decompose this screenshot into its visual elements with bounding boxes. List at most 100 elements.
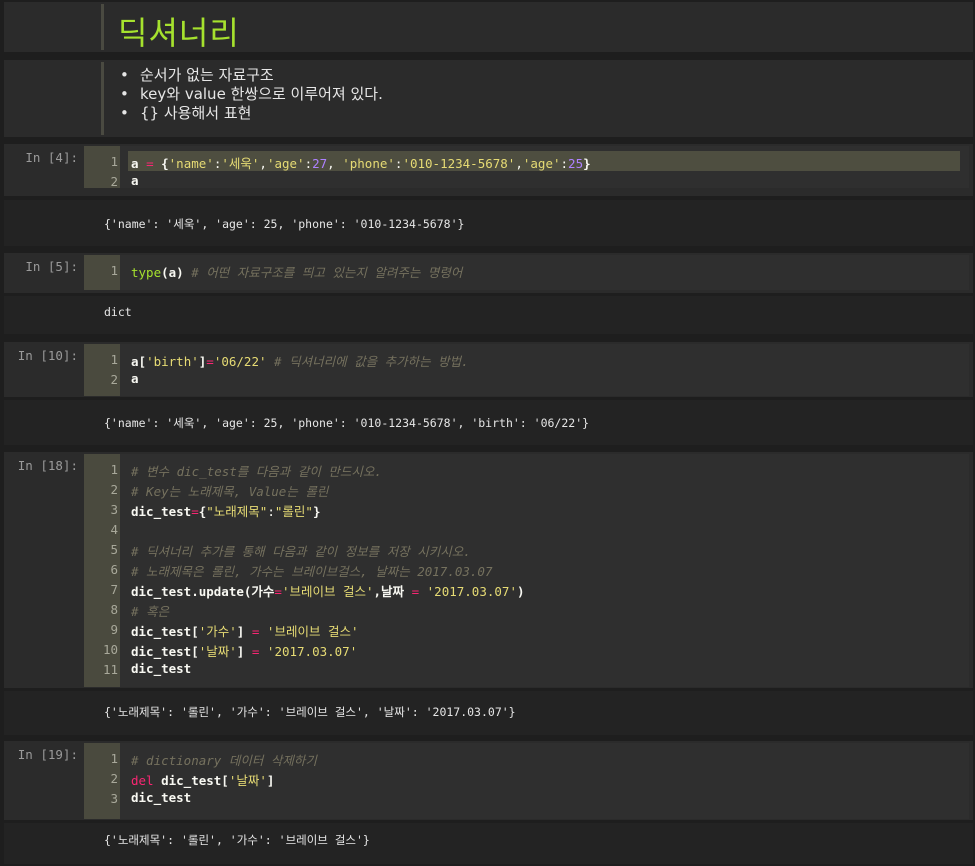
output-text: {'노래제목': '롤린', '가수': '브레이브 걸스'} — [104, 833, 370, 847]
line-number: 1 — [110, 154, 118, 169]
line-number: 2 — [110, 174, 118, 189]
code-line[interactable]: dic_test.update(가수='브레이브 걸스',날짜 = '2017.… — [131, 581, 525, 600]
code-token: dic_test — [131, 661, 192, 676]
line-number: 1 — [110, 263, 118, 278]
code-token: ) — [516, 584, 525, 599]
code-token: # 혹은 — [131, 604, 170, 619]
code-token: ] — [236, 644, 252, 659]
code-token: = — [191, 504, 199, 519]
code-token: '2017.03.07' — [266, 644, 358, 659]
code-token: "롤린" — [274, 504, 313, 519]
code-token: a — [131, 173, 139, 188]
code-line[interactable]: # 노래제목은 롤린, 가수는 브레이브걸스, 날짜는 2017.03.07 — [131, 561, 493, 580]
code-token: '가수' — [198, 624, 237, 639]
line-number: 9 — [110, 622, 118, 637]
code-line[interactable]: del dic_test['날짜'] — [131, 770, 274, 789]
code-line[interactable]: # 혹은 — [131, 601, 169, 620]
code-token: # 어떤 자료구조를 띄고 있는지 알려주는 명령어 — [191, 265, 463, 280]
code-token: type — [131, 265, 162, 280]
code-line[interactable]: a['birth']='06/22' # 딕셔너리에 값을 추가하는 방법. — [131, 351, 469, 370]
input-prompt: In [5]: — [25, 259, 78, 274]
code-token: dic_test — [131, 790, 192, 805]
code-token: '2017.03.07' — [426, 584, 517, 599]
line-number: 11 — [102, 662, 118, 677]
code-token: } — [312, 504, 321, 519]
list-item: key와 value 한쌍으로 이루어져 있다. — [120, 85, 383, 104]
line-number: 7 — [110, 582, 118, 597]
line-number: 1 — [110, 751, 118, 766]
code-line[interactable]: dic_test['날짜'] = '2017.03.07' — [131, 641, 357, 660]
code-token: # 딕셔너리 추가를 통해 다음과 같이 정보를 저장 시키시오. — [131, 544, 471, 559]
line-number: 2 — [110, 482, 118, 497]
input-prompt: In [4]: — [25, 150, 78, 165]
line-number: 3 — [110, 791, 118, 806]
code-token: '브레이브 걸스' — [266, 624, 359, 639]
line-number: 2 — [110, 771, 118, 786]
code-token: 'birth' — [146, 354, 199, 369]
code-token: , — [327, 156, 343, 171]
output-area — [4, 296, 973, 334]
input-prompt: In [19]: — [17, 747, 78, 762]
code-token: a — [131, 371, 139, 386]
code-token: 'age' — [266, 156, 305, 171]
line-number: 5 — [110, 542, 118, 557]
code-line[interactable]: dic_test['가수'] = '브레이브 걸스' — [131, 621, 359, 640]
code-token: '06/22' — [213, 354, 267, 369]
line-number: 2 — [110, 372, 118, 387]
code-token: # 노래제목은 롤린, 가수는 브레이브걸스, 날짜는 2017.03.07 — [131, 564, 493, 579]
output-text: {'name': '세욱', 'age': 25, 'phone': '010-… — [104, 416, 590, 430]
code-token: dic_test.update(가수 — [131, 584, 275, 599]
list-item: {} 사용해서 표현 — [120, 104, 383, 123]
code-token: # 변수 dic_test를 다음과 같이 만드시오. — [131, 464, 382, 479]
line-number: 1 — [110, 462, 118, 477]
code-token: '날짜' — [228, 773, 267, 788]
code-token: 'phone' — [342, 156, 395, 171]
line-number: 4 — [110, 522, 118, 537]
code-token: # dictionary 데이터 삭제하기 — [131, 753, 317, 768]
code-line[interactable]: a — [131, 371, 139, 386]
page-title: 딕셔너리 — [118, 14, 240, 52]
code-line[interactable]: type(a) # 어떤 자료구조를 띄고 있는지 알려주는 명령어 — [131, 262, 462, 281]
code-line[interactable]: dic_test — [131, 661, 191, 676]
code-token: '날짜' — [198, 644, 237, 659]
code-token: ] — [266, 773, 275, 788]
code-token: 25 — [568, 156, 584, 171]
line-number: 3 — [110, 502, 118, 517]
code-token: a — [131, 156, 147, 171]
output-text: dict — [104, 305, 132, 319]
code-line[interactable]: # 딕셔너리 추가를 통해 다음과 같이 정보를 저장 시키시오. — [131, 541, 471, 560]
code-line[interactable]: # dictionary 데이터 삭제하기 — [131, 750, 317, 769]
code-token: = — [411, 584, 420, 599]
input-prompt: In [10]: — [17, 348, 78, 363]
code-token: 27 — [312, 156, 328, 171]
code-line[interactable]: dic_test={"노래제목":"롤린"} — [131, 501, 320, 520]
line-number: 1 — [110, 352, 118, 367]
line-number: 6 — [110, 562, 118, 577]
code-token: del — [131, 773, 154, 788]
cell-selection-bar — [101, 62, 104, 135]
bullet-list: 순서가 없는 자료구조 key와 value 한쌍으로 이루어져 있다. {} … — [120, 66, 383, 123]
code-line[interactable]: # 변수 dic_test를 다음과 같이 만드시오. — [131, 461, 382, 480]
line-number: 8 — [110, 602, 118, 617]
line-number: 10 — [102, 642, 118, 657]
output-text: {'name': '세욱', 'age': 25, 'phone': '010-… — [104, 217, 465, 231]
list-item: 순서가 없는 자료구조 — [120, 66, 383, 85]
code-line[interactable]: a = {'name':'세욱','age':27, 'phone':'010-… — [131, 153, 591, 172]
cell-selection-bar — [101, 4, 104, 50]
code-token: ,날짜 — [373, 584, 412, 599]
code-token: dic_test[ — [131, 644, 199, 659]
code-token: 'name' — [168, 156, 214, 171]
code-token: : — [304, 156, 313, 171]
code-token: = — [274, 584, 282, 599]
code-line[interactable]: a — [131, 173, 139, 188]
code-token: "노래제목" — [206, 504, 268, 519]
code-line[interactable]: # Key는 노래제목, Value는 롤린 — [131, 481, 328, 500]
code-line[interactable]: dic_test — [131, 790, 191, 805]
code-token: '010-1234-5678' — [402, 156, 516, 171]
code-token: # 딕셔너리에 값을 추가하는 방법. — [266, 354, 469, 369]
code-token: { — [153, 156, 169, 171]
code-token: # Key는 노래제목, Value는 롤린 — [131, 484, 329, 499]
